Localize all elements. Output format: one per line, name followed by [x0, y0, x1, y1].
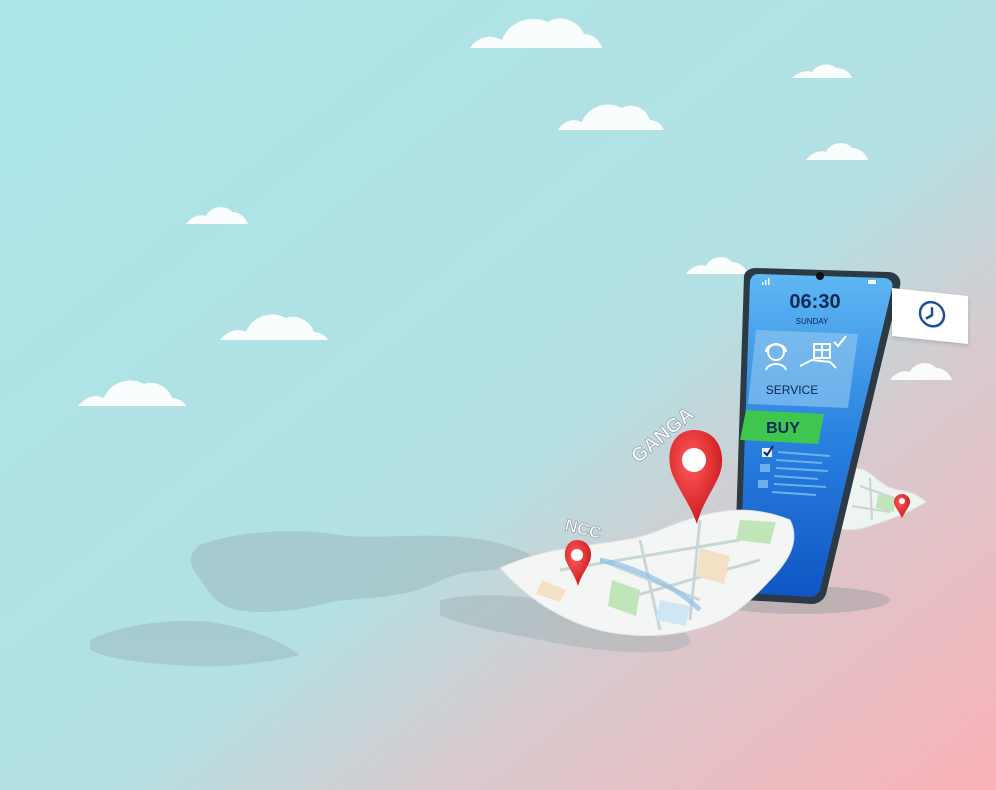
- phone-day: SUNDAY: [796, 317, 829, 326]
- clock-card: [892, 288, 968, 344]
- battery-icon: [868, 280, 876, 284]
- service-label: SERVICE: [766, 383, 818, 397]
- buy-label: BUY: [766, 420, 800, 437]
- scene: 06:30 SUNDAY SERVICE BUY GANGA NCC: [0, 0, 996, 790]
- clock-icon: [918, 300, 946, 328]
- phone-time: 06:30: [789, 291, 840, 313]
- front-camera: [816, 272, 824, 280]
